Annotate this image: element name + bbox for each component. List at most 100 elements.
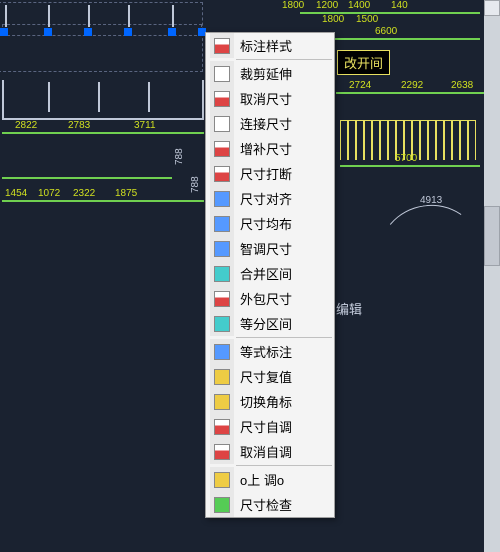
- menu-label: 尺寸检查: [240, 495, 292, 514]
- restore-icon: [214, 369, 230, 385]
- auto-icon: [214, 419, 230, 435]
- canvas-label-change-span: 改开间: [337, 50, 390, 75]
- connect-icon: [214, 116, 230, 132]
- vertical-scrollbar[interactable]: [484, 0, 500, 552]
- outer-icon: [214, 291, 230, 307]
- dim-value: 1800: [282, 0, 304, 11]
- menu-label: o上 调o: [240, 470, 284, 489]
- menu-item-connect-dim[interactable]: 连接尺寸: [206, 111, 334, 136]
- dim-value: 2638: [451, 80, 473, 91]
- dim-value: 788: [190, 176, 201, 193]
- grip[interactable]: [124, 28, 132, 36]
- cancel-icon: [214, 91, 230, 107]
- eqstyle-icon: [214, 344, 230, 360]
- grip[interactable]: [0, 28, 8, 36]
- smart-icon: [214, 241, 230, 257]
- style-icon: [214, 38, 230, 54]
- dim-value: 788: [174, 148, 185, 165]
- scroll-up-button[interactable]: [484, 0, 500, 16]
- menu-item-dim-style[interactable]: 标注样式: [206, 33, 334, 58]
- dim-value: 1800: [322, 14, 344, 25]
- merge-icon: [214, 266, 230, 282]
- dim-line: [2, 200, 204, 202]
- align-icon: [214, 191, 230, 207]
- dim-value: 6600: [375, 26, 397, 37]
- riser: [5, 5, 7, 27]
- riser: [88, 5, 90, 27]
- menu-label: 取消自调: [240, 442, 292, 461]
- menu-separator: [236, 337, 332, 338]
- menu-item-trim-extend[interactable]: 裁剪延伸: [206, 61, 334, 86]
- menu-item-merge-span[interactable]: 合并区间: [206, 261, 334, 286]
- dim-value: 2822: [15, 120, 37, 131]
- dim-value: 1200: [316, 0, 338, 11]
- dim-value: 1454: [5, 188, 27, 199]
- menu-label: 尺寸打断: [240, 164, 292, 183]
- dim-value: 140: [391, 0, 408, 11]
- menu-item-eq-annotation[interactable]: 等式标注: [206, 339, 334, 364]
- menu-label: 取消尺寸: [240, 89, 292, 108]
- menu-label: 尺寸对齐: [240, 189, 292, 208]
- menu-item-dim-auto[interactable]: 尺寸自调: [206, 414, 334, 439]
- dim-value: 5700: [395, 153, 417, 164]
- menu-item-toggle-up-down[interactable]: o上 调o: [206, 467, 334, 492]
- dim-value: 1072: [38, 188, 60, 199]
- trim-icon: [214, 66, 230, 82]
- dim-value: 4913: [420, 195, 442, 206]
- menu-label: 智调尺寸: [240, 239, 292, 258]
- menu-item-dim-restore[interactable]: 尺寸复值: [206, 364, 334, 389]
- dim-value: 2783: [68, 120, 90, 131]
- menu-label: 切换角标: [240, 392, 292, 411]
- dim-line: [2, 132, 204, 134]
- menu-item-smart-dim[interactable]: 智调尺寸: [206, 236, 334, 261]
- riser: [128, 5, 130, 27]
- grip[interactable]: [44, 28, 52, 36]
- menu-item-outer-dim[interactable]: 外包尺寸: [206, 286, 334, 311]
- menu-item-break-dim[interactable]: 尺寸打断: [206, 161, 334, 186]
- dim-value: 1400: [348, 0, 370, 11]
- menu-label: 外包尺寸: [240, 289, 292, 308]
- dim-line: [336, 92, 484, 94]
- menu-item-distribute-dim[interactable]: 尺寸均布: [206, 211, 334, 236]
- scroll-thumb[interactable]: [484, 206, 500, 266]
- dim-value: 1875: [115, 188, 137, 199]
- grip[interactable]: [168, 28, 176, 36]
- dim-value: 2724: [349, 80, 371, 91]
- menu-item-cancel-dim[interactable]: 取消尺寸: [206, 86, 334, 111]
- dim-line: [340, 165, 480, 167]
- noauto-icon: [214, 444, 230, 460]
- arc: [374, 198, 486, 301]
- menu-item-add-dim[interactable]: 增补尺寸: [206, 136, 334, 161]
- dim-value: 1500: [356, 14, 378, 25]
- toggle-icon: [214, 472, 230, 488]
- menu-item-align-dim[interactable]: 尺寸对齐: [206, 186, 334, 211]
- riser: [48, 82, 50, 112]
- menu-label: 连接尺寸: [240, 114, 292, 133]
- dim-value: 2292: [401, 80, 423, 91]
- break-icon: [214, 166, 230, 182]
- check-icon: [214, 497, 230, 513]
- menu-item-dim-check[interactable]: 尺寸检查: [206, 492, 334, 517]
- menu-label: 尺寸均布: [240, 214, 292, 233]
- menu-label: 裁剪延伸: [240, 64, 292, 83]
- equal-icon: [214, 316, 230, 332]
- grip[interactable]: [84, 28, 92, 36]
- menu-separator: [236, 59, 332, 60]
- distribute-icon: [214, 216, 230, 232]
- riser: [172, 5, 174, 27]
- dim-value: 2322: [73, 188, 95, 199]
- riser: [48, 5, 50, 27]
- menu-label: 合并区间: [240, 264, 292, 283]
- dim-value: 3711: [134, 120, 156, 131]
- menu-label: 等式标注: [240, 342, 292, 361]
- menu-label: 等分区间: [240, 314, 292, 333]
- menu-item-dim-noauto[interactable]: 取消自调: [206, 439, 334, 464]
- menu-item-switch-mark[interactable]: 切换角标: [206, 389, 334, 414]
- add-icon: [214, 141, 230, 157]
- riser: [148, 82, 150, 112]
- menu-item-equal-span[interactable]: 等分区间: [206, 311, 334, 336]
- dim-line: [2, 177, 172, 179]
- menu-label: 尺寸复值: [240, 367, 292, 386]
- menu-label: 增补尺寸: [240, 139, 292, 158]
- menu-separator: [236, 465, 332, 466]
